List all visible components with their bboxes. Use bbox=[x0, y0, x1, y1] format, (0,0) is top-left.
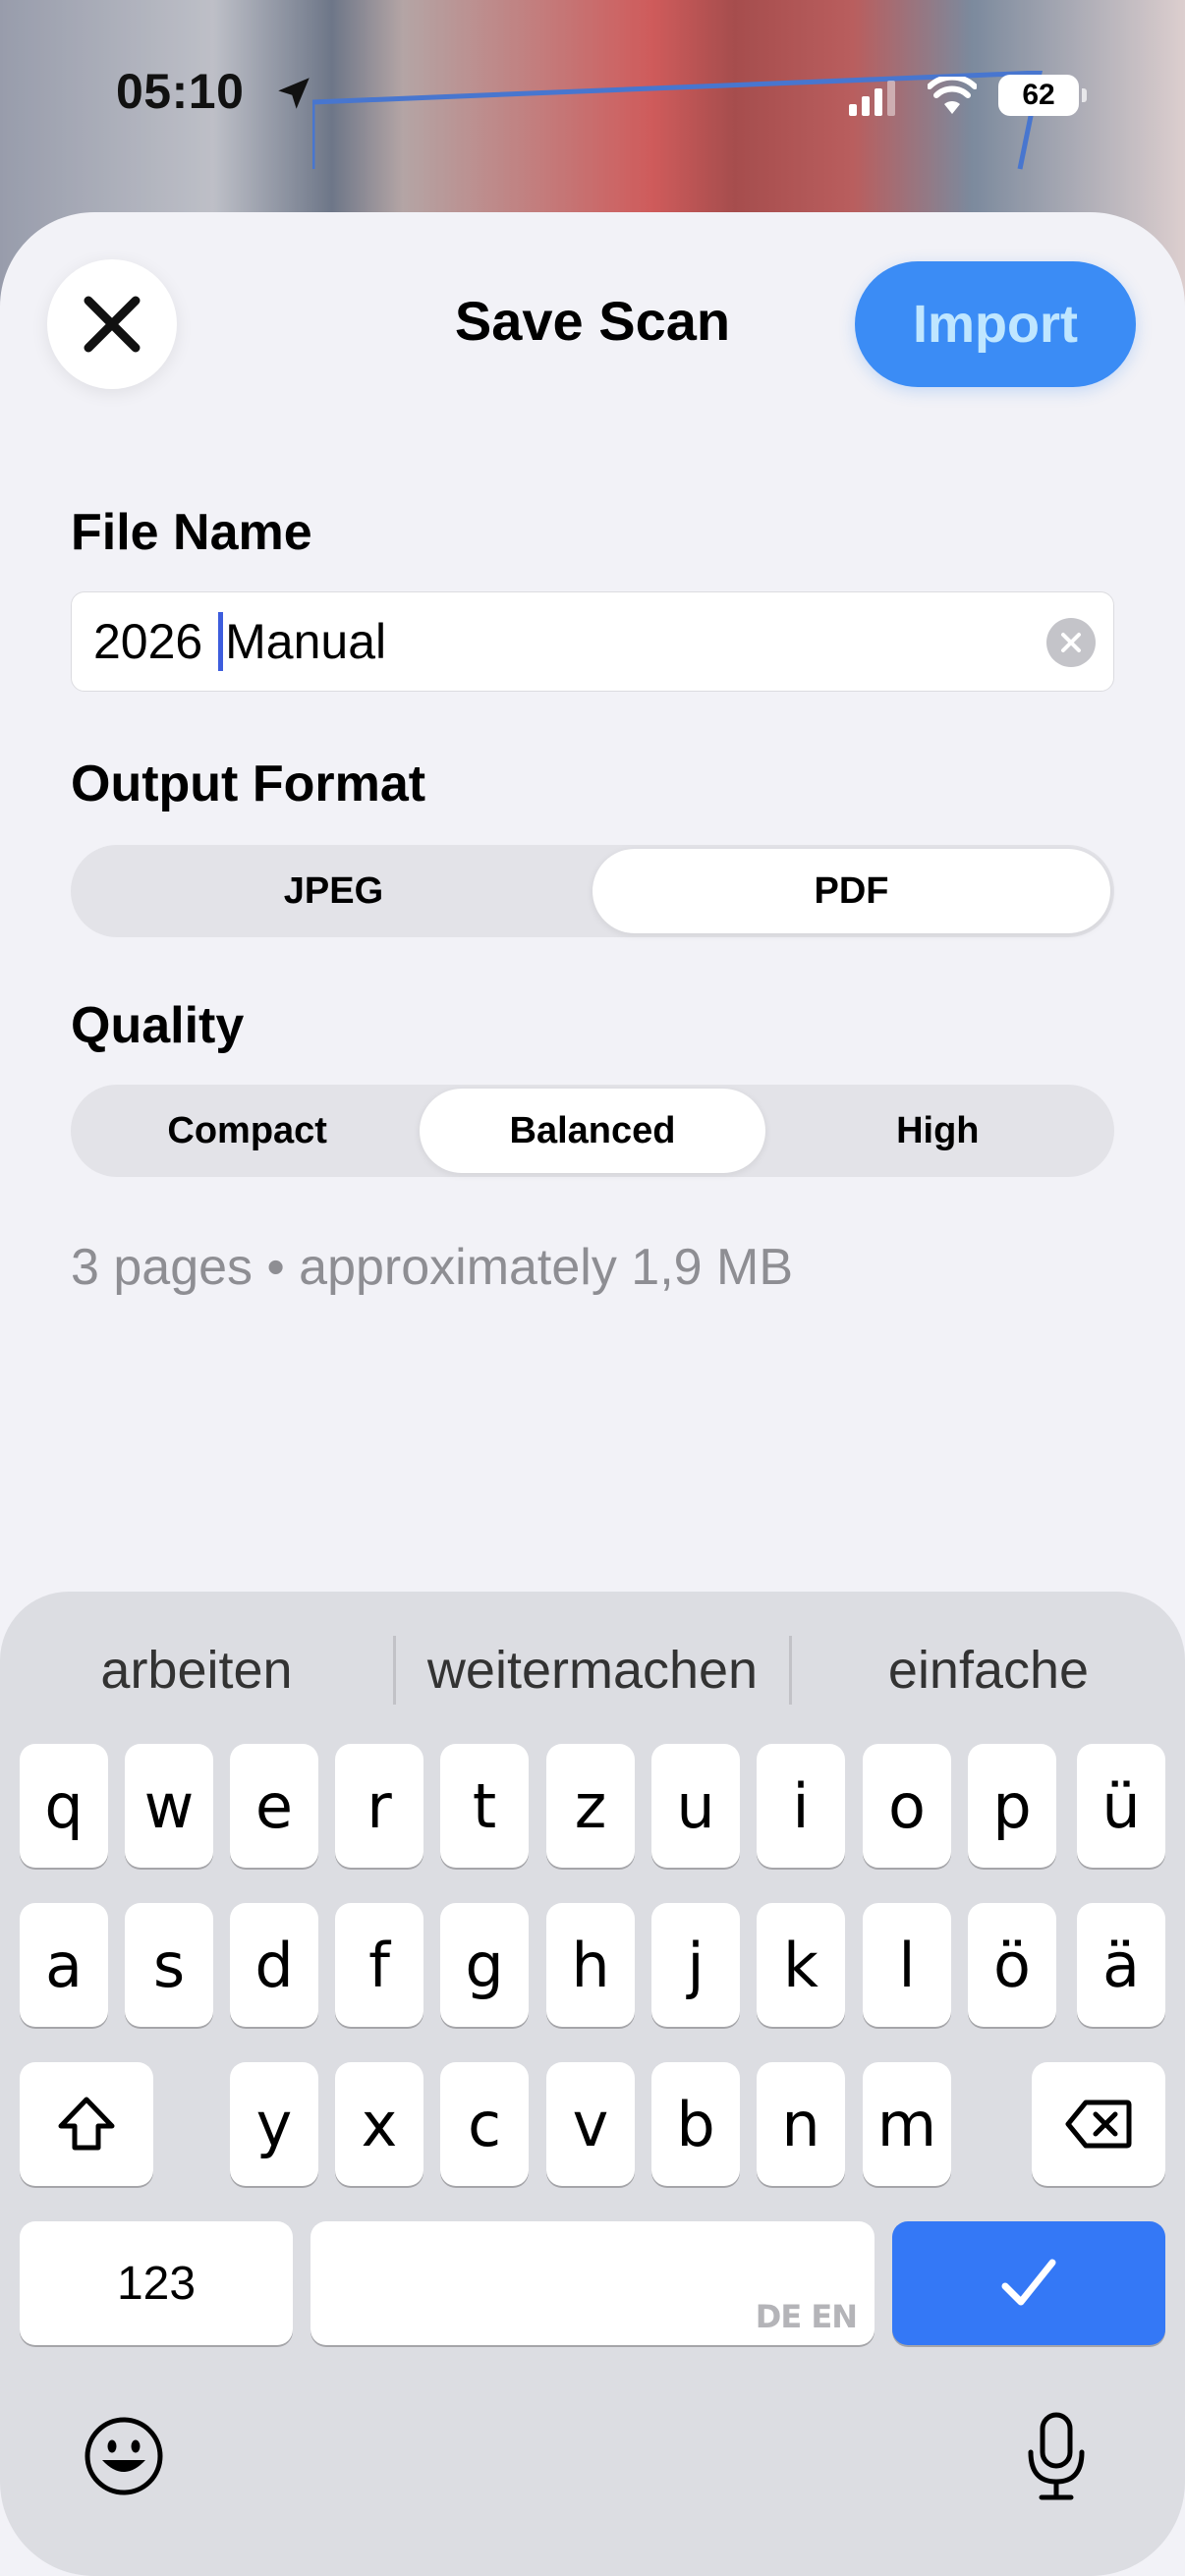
key[interactable]: m bbox=[863, 2062, 951, 2186]
microphone-icon[interactable] bbox=[1022, 2411, 1091, 2503]
suggestion-item[interactable]: weitermachen bbox=[396, 1640, 789, 1701]
key[interactable]: o bbox=[863, 1744, 951, 1868]
key[interactable]: ä bbox=[1077, 1903, 1165, 2027]
keyboard: arbeiten weitermachen einfache q w e r t… bbox=[0, 1592, 1185, 2576]
key[interactable]: j bbox=[651, 1903, 740, 2027]
file-name-label: File Name bbox=[71, 504, 312, 561]
key[interactable]: y bbox=[230, 2062, 318, 2186]
key[interactable]: b bbox=[651, 2062, 740, 2186]
suggestion-item[interactable]: einfache bbox=[792, 1640, 1185, 1701]
scan-info-text: 3 pages • approximately 1,9 MB bbox=[71, 1239, 794, 1296]
segment-high[interactable]: High bbox=[765, 1089, 1110, 1173]
quality-segmented-control: Compact Balanced High bbox=[71, 1085, 1114, 1177]
text-cursor bbox=[218, 612, 224, 671]
emoji-icon[interactable] bbox=[83, 2415, 165, 2497]
key[interactable]: w bbox=[125, 1744, 213, 1868]
battery-indicator: 62 bbox=[998, 75, 1087, 116]
key[interactable]: g bbox=[440, 1903, 529, 2027]
space-language-label: DE EN bbox=[755, 2298, 858, 2335]
shift-key[interactable] bbox=[20, 2062, 153, 2186]
clear-icon bbox=[1061, 633, 1081, 652]
backspace-icon bbox=[1065, 2100, 1132, 2149]
key[interactable]: p bbox=[968, 1744, 1056, 1868]
segment-balanced[interactable]: Balanced bbox=[420, 1089, 765, 1173]
import-button[interactable]: Import bbox=[855, 261, 1136, 387]
key[interactable]: c bbox=[440, 2062, 529, 2186]
checkmark-icon bbox=[1001, 2259, 1056, 2306]
cellular-signal-icon bbox=[849, 81, 895, 116]
output-format-segmented-control: JPEG PDF bbox=[71, 845, 1114, 937]
done-key[interactable] bbox=[892, 2221, 1165, 2345]
key[interactable]: x bbox=[335, 2062, 423, 2186]
status-bar: 05:10 62 bbox=[0, 0, 1185, 196]
key[interactable]: r bbox=[335, 1744, 423, 1868]
output-format-label: Output Format bbox=[71, 756, 426, 812]
key[interactable]: e bbox=[230, 1744, 318, 1868]
key[interactable]: k bbox=[757, 1903, 845, 2027]
key[interactable]: q bbox=[20, 1744, 108, 1868]
key[interactable]: a bbox=[20, 1903, 108, 2027]
key[interactable]: i bbox=[757, 1744, 845, 1868]
key[interactable]: t bbox=[440, 1744, 529, 1868]
file-name-text-after-cursor: Manual bbox=[225, 614, 387, 669]
wifi-icon bbox=[928, 77, 977, 114]
suggestion-bar: arbeiten weitermachen einfache bbox=[0, 1621, 1185, 1719]
key[interactable]: ö bbox=[968, 1903, 1056, 2027]
key[interactable]: n bbox=[757, 2062, 845, 2186]
numbers-key[interactable]: 123 bbox=[20, 2221, 293, 2345]
key[interactable]: u bbox=[651, 1744, 740, 1868]
file-name-field[interactable]: 2026 Manual bbox=[71, 591, 1114, 692]
delete-key[interactable] bbox=[1032, 2062, 1165, 2186]
key[interactable]: s bbox=[125, 1903, 213, 2027]
shift-icon bbox=[58, 2097, 115, 2151]
clear-text-button[interactable] bbox=[1046, 618, 1096, 667]
key[interactable]: d bbox=[230, 1903, 318, 2027]
key[interactable]: v bbox=[546, 2062, 635, 2186]
segment-jpeg[interactable]: JPEG bbox=[75, 849, 592, 933]
key[interactable]: ü bbox=[1077, 1744, 1165, 1868]
quality-label: Quality bbox=[71, 997, 245, 1054]
segment-compact[interactable]: Compact bbox=[75, 1089, 420, 1173]
status-time: 05:10 bbox=[116, 64, 245, 119]
key[interactable]: l bbox=[863, 1903, 951, 2027]
file-name-text-before-cursor: 2026 bbox=[93, 614, 217, 669]
key[interactable]: f bbox=[335, 1903, 423, 2027]
space-key[interactable]: DE EN bbox=[310, 2221, 875, 2345]
segment-pdf[interactable]: PDF bbox=[592, 849, 1110, 933]
suggestion-item[interactable]: arbeiten bbox=[0, 1640, 393, 1701]
location-arrow-icon bbox=[278, 78, 310, 109]
key[interactable]: h bbox=[546, 1903, 635, 2027]
key[interactable]: z bbox=[546, 1744, 635, 1868]
